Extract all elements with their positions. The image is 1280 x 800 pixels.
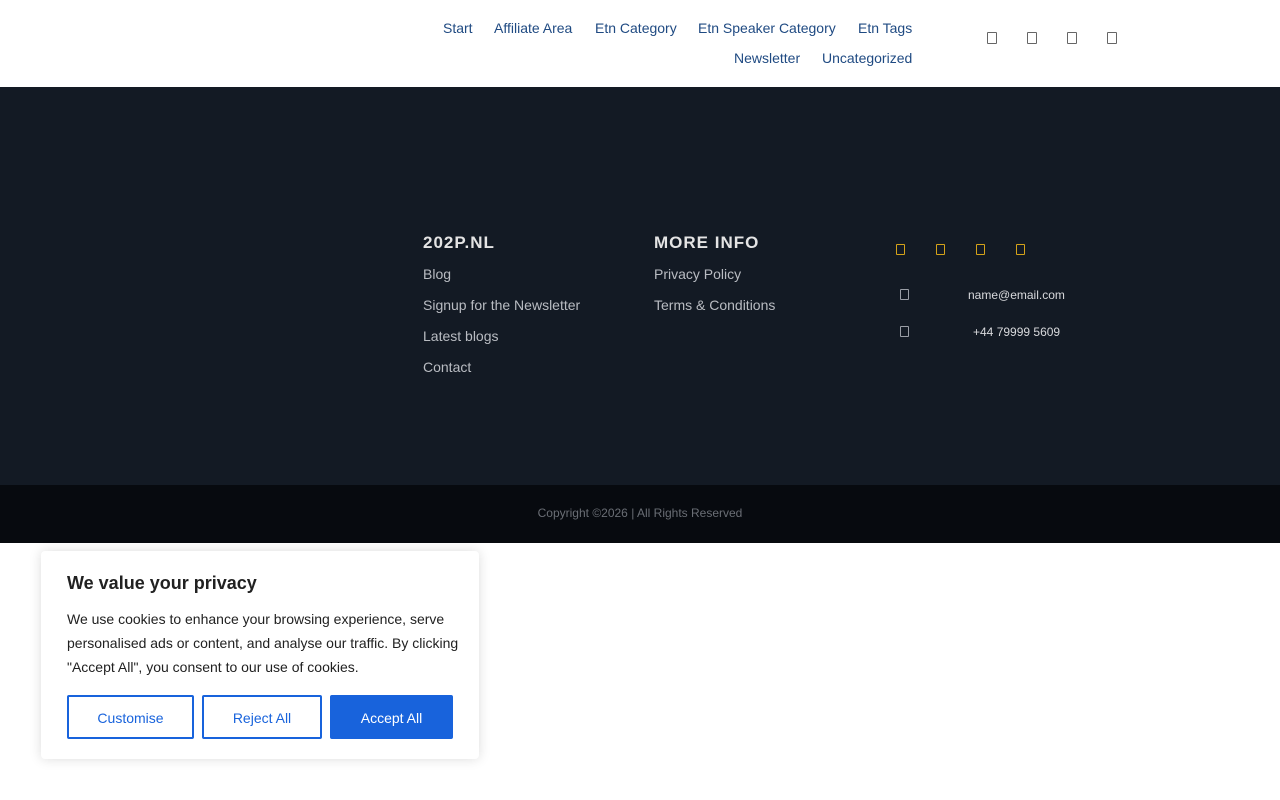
cookie-title: We value your privacy — [67, 573, 257, 593]
accept-all-button[interactable]: Accept All — [330, 695, 453, 739]
nav-link-etn-tags[interactable]: Etn Tags — [858, 19, 912, 37]
footer-link-privacy-policy[interactable]: Privacy Policy — [654, 265, 741, 283]
footer-more-info-heading: MORE INFO — [654, 233, 760, 252]
footer-link-contact[interactable]: Contact — [423, 358, 471, 376]
email-icon — [900, 289, 909, 300]
cart-icon[interactable] — [1107, 32, 1117, 44]
footer-link-latest-blogs[interactable]: Latest blogs — [423, 327, 499, 345]
footer-email[interactable]: name@email.com — [968, 287, 1065, 303]
footer-phone[interactable]: +44 79999 5609 — [973, 324, 1060, 340]
footer-link-signup-newsletter[interactable]: Signup for the Newsletter — [423, 296, 580, 314]
cookie-description: We use cookies to enhance your browsing … — [67, 611, 459, 675]
reject-all-button[interactable]: Reject All — [202, 695, 322, 739]
twitter-icon[interactable] — [936, 244, 945, 255]
user-icon[interactable] — [1027, 32, 1037, 44]
footer-brand-heading: 202P.NL — [423, 233, 495, 252]
cookie-consent-banner: We value your privacy We use cookies to … — [41, 551, 479, 759]
linkedin-icon[interactable] — [1016, 244, 1025, 255]
customise-button[interactable]: Customise — [67, 695, 194, 739]
footer-link-terms-conditions[interactable]: Terms & Conditions — [654, 296, 775, 314]
search-icon[interactable] — [987, 32, 997, 44]
nav-link-etn-speaker-category[interactable]: Etn Speaker Category — [698, 19, 836, 37]
phone-icon — [900, 326, 909, 337]
site-footer: 202P.NL Blog Signup for the Newsletter L… — [0, 87, 1280, 485]
nav-link-newsletter[interactable]: Newsletter — [734, 49, 800, 67]
facebook-icon[interactable] — [896, 244, 905, 255]
copyright-text: Copyright ©2026 | All Rights Reserved — [537, 506, 743, 520]
instagram-icon[interactable] — [976, 244, 985, 255]
nav-link-start[interactable]: Start — [443, 19, 473, 37]
nav-link-affiliate-area[interactable]: Affiliate Area — [494, 19, 572, 37]
nav-link-uncategorized[interactable]: Uncategorized — [822, 49, 912, 67]
site-header: Start Affiliate Area Etn Category Etn Sp… — [0, 0, 1280, 87]
heart-icon[interactable] — [1067, 32, 1077, 44]
footer-link-blog[interactable]: Blog — [423, 265, 451, 283]
nav-link-etn-category[interactable]: Etn Category — [595, 19, 677, 37]
copyright-bar: Copyright ©2026 | All Rights Reserved — [0, 485, 1280, 543]
